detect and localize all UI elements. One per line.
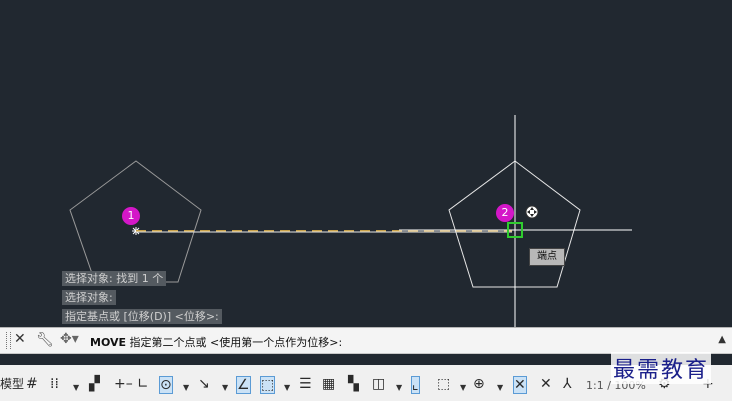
annotation-autoscale-icon[interactable]: ✕ bbox=[540, 376, 552, 392]
wrench-icon[interactable]: 🔧︎ bbox=[36, 332, 54, 348]
watermark-logo: 最需教育 bbox=[611, 352, 712, 384]
marker-1: 1 bbox=[122, 207, 140, 225]
command-line-grip[interactable] bbox=[6, 332, 11, 349]
chevron-down-icon[interactable]: ▼ bbox=[497, 380, 503, 396]
chevron-down-icon[interactable]: ▼ bbox=[284, 380, 290, 396]
transparency-icon[interactable]: ▦ bbox=[322, 376, 335, 392]
chevron-down-icon[interactable]: ▼ bbox=[460, 380, 466, 396]
chevron-down-icon[interactable]: ▼ bbox=[73, 380, 79, 396]
osnap-icon[interactable]: ⬚ bbox=[260, 376, 276, 394]
chevron-down-icon[interactable]: ▼ bbox=[222, 380, 228, 396]
infer-icon[interactable]: ▞ bbox=[89, 376, 100, 392]
model-tab[interactable]: 模型 bbox=[0, 376, 24, 392]
selection-cycling-icon[interactable]: ▚ bbox=[348, 376, 359, 392]
command-history-line-3: 指定基点或 [位移(D)] <位移>: bbox=[62, 309, 222, 324]
command-prompt[interactable]: MOVE 指定第二个点或 <使用第一个点作为位移>: bbox=[90, 334, 342, 350]
drawing-canvas[interactable]: 1 2 端点 选择对象: 找到 1 个 选择对象: 指定基点或 [位移(D)] … bbox=[0, 0, 732, 327]
command-history-line-1: 选择对象: 找到 1 个 bbox=[62, 271, 167, 286]
selection-filter-icon[interactable]: ⊕ bbox=[473, 376, 485, 392]
command-line[interactable]: ✕ 🔧︎ ✥▾ MOVE 指定第二个点或 <使用第一个点作为位移>: ▲ bbox=[0, 327, 732, 354]
isodraft-icon[interactable]: ↘ bbox=[198, 376, 210, 392]
chevron-down-icon[interactable]: ▼ bbox=[183, 380, 189, 396]
gizmo-icon[interactable]: ⬚ bbox=[437, 376, 450, 392]
snap-tooltip: 端点 bbox=[529, 248, 565, 266]
polar-icon[interactable]: ⊙ bbox=[159, 376, 173, 394]
command-history-line-2: 选择对象: bbox=[62, 290, 116, 305]
annotation-scale-icon[interactable]: ⅄ bbox=[563, 376, 572, 392]
otrack-icon[interactable]: ∠ bbox=[236, 376, 251, 394]
snap-icon[interactable]: ⁞⁞ bbox=[50, 376, 59, 392]
lineweight-icon[interactable]: ☰ bbox=[299, 376, 312, 392]
chevron-up-icon[interactable]: ▲ bbox=[718, 334, 726, 345]
close-icon[interactable]: ✕ bbox=[14, 331, 26, 347]
ortho-icon[interactable]: ∟ bbox=[137, 376, 149, 392]
grid-icon[interactable]: # bbox=[26, 376, 38, 392]
chevron-down-icon[interactable]: ▼ bbox=[396, 380, 402, 396]
move-cursor-icon bbox=[525, 205, 539, 219]
command-name: MOVE bbox=[90, 336, 127, 349]
move-icon[interactable]: ✥▾ bbox=[60, 331, 79, 347]
command-prompt-text: 指定第二个点或 <使用第一个点作为位移>: bbox=[126, 336, 343, 349]
marker-2: 2 bbox=[496, 204, 514, 222]
annotation-visibility-icon[interactable]: ✕ bbox=[513, 376, 527, 394]
3d-osnap-icon[interactable]: ◫ bbox=[372, 376, 385, 392]
ucs-icon[interactable]: ⌞ bbox=[411, 376, 420, 394]
dynamic-input-icon[interactable]: +– bbox=[114, 376, 133, 392]
